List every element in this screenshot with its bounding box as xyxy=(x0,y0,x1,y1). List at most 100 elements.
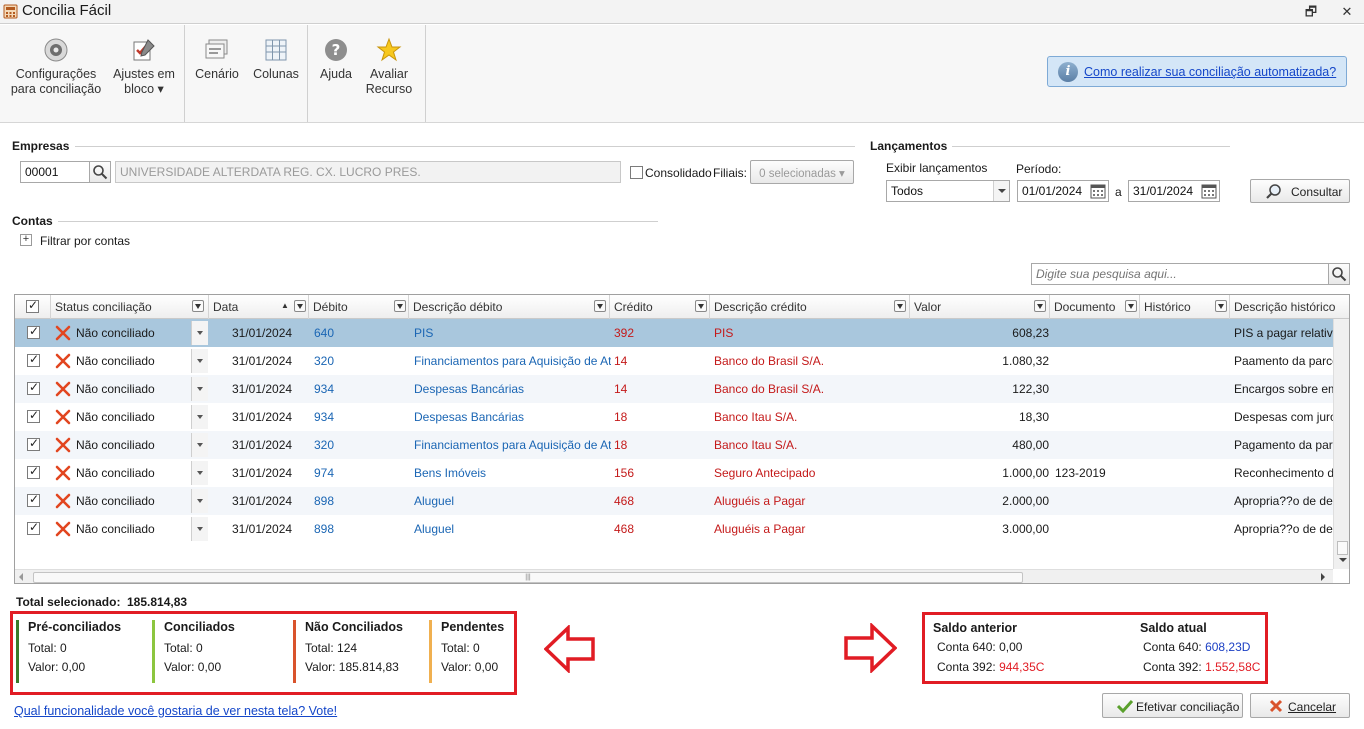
filtrar-por-contas-link[interactable]: Filtrar por contas xyxy=(40,234,130,248)
not-reconciled-x-icon xyxy=(55,465,71,481)
saldo-anterior-392-label: Conta 392: xyxy=(937,660,996,674)
scroll-right-icon[interactable] xyxy=(1321,573,1325,581)
resumo-conciliados: Conciliados Total: 0 Valor: 0,00 xyxy=(152,620,287,683)
configuracoes-button[interactable]: Configurações para conciliação xyxy=(10,37,102,97)
column-debito-label: Débito xyxy=(313,300,348,314)
ajuda-button[interactable]: ? Ajuda xyxy=(314,37,358,82)
efetivar-conciliacao-button[interactable]: Efetivar conciliação xyxy=(1102,693,1243,718)
row-checkbox[interactable] xyxy=(27,492,40,507)
filter-icon[interactable] xyxy=(192,300,204,312)
saldo-atual-640: Conta 640: 608,23D xyxy=(1143,640,1250,654)
expand-icon[interactable]: + xyxy=(20,234,32,246)
cell-debito: 898 xyxy=(314,522,335,536)
row-checkbox[interactable] xyxy=(27,408,40,423)
column-historico[interactable]: Histórico xyxy=(1140,295,1230,319)
cell-debito: 640 xyxy=(314,326,335,340)
column-debito[interactable]: Débito xyxy=(309,295,409,319)
avaliar-recurso-button[interactable]: Avaliar Recurso xyxy=(364,37,414,97)
table-row[interactable]: Não conciliado 31/01/2024 640 PIS 392 PIS 608,… xyxy=(15,319,1333,347)
empresa-search-button[interactable] xyxy=(89,161,111,183)
checklist-edit-icon xyxy=(133,39,155,61)
ajustes-em-bloco-button[interactable]: Ajustes em bloco ▾ xyxy=(110,37,178,97)
consolidado-checkbox[interactable] xyxy=(630,166,643,179)
filter-icon[interactable] xyxy=(1215,300,1227,312)
horizontal-scroll-thumb[interactable]: ||| xyxy=(33,572,1023,583)
filter-icon[interactable] xyxy=(594,300,606,312)
ribbon-toolbar: Configurações para conciliação Ajustes e… xyxy=(0,25,1364,123)
scroll-down-icon[interactable] xyxy=(1339,558,1347,562)
status-dropdown[interactable] xyxy=(191,405,208,429)
row-checkbox[interactable] xyxy=(27,436,40,451)
column-credito[interactable]: Crédito xyxy=(610,295,710,319)
filiais-dropdown[interactable]: 0 selecionadas ▾ xyxy=(750,160,854,184)
row-checkbox[interactable] xyxy=(27,520,40,535)
row-checkbox[interactable] xyxy=(27,352,40,367)
table-row[interactable]: Não conciliado 31/01/2024 320 Financiamento… xyxy=(15,347,1333,375)
pendentes-total: Total: 0 xyxy=(441,641,480,655)
filter-icon[interactable] xyxy=(1125,300,1137,312)
automation-help-link[interactable]: Como realizar sua conciliação automatiza… xyxy=(1084,65,1336,79)
exibir-lancamentos-label: Exibir lançamentos xyxy=(886,161,988,175)
status-dropdown[interactable] xyxy=(191,321,208,345)
cell-desc-debito: Aluguel xyxy=(414,522,455,536)
cell-credito: 468 xyxy=(614,494,635,508)
column-documento[interactable]: Documento xyxy=(1050,295,1140,319)
status-dropdown[interactable] xyxy=(191,349,208,373)
scroll-left-icon[interactable] xyxy=(19,573,23,581)
calendar-icon[interactable] xyxy=(1090,183,1106,199)
filter-icon[interactable] xyxy=(394,300,406,312)
filter-icon[interactable] xyxy=(894,300,906,312)
pre-conciliados-title: Pré-conciliados xyxy=(28,620,122,634)
grid-search-input[interactable] xyxy=(1031,263,1329,285)
scroll-grip[interactable] xyxy=(1337,541,1348,555)
not-reconciled-x-icon xyxy=(55,437,71,453)
row-checkbox[interactable] xyxy=(27,380,40,395)
table-row[interactable]: Não conciliado 31/01/2024 898 Aluguel 468 Alu… xyxy=(15,515,1333,543)
cenario-button[interactable]: Cenário xyxy=(192,37,242,82)
table-row[interactable]: Não conciliado 31/01/2024 974 Bens Imóveis 1… xyxy=(15,459,1333,487)
column-desc-debito[interactable]: Descrição débito xyxy=(409,295,610,319)
cell-credito: 18 xyxy=(614,438,628,452)
cell-desc-debito: Despesas Bancárias xyxy=(414,382,525,396)
configuracoes-label-1: Configurações xyxy=(15,67,97,81)
table-row[interactable]: Não conciliado 31/01/2024 934 Despesas Banc… xyxy=(15,375,1333,403)
column-desc-historico[interactable]: Descrição histórico xyxy=(1230,295,1349,319)
cell-desc-debito: Aluguel xyxy=(414,494,455,508)
search-icon xyxy=(93,165,108,180)
vote-feature-link[interactable]: Qual funcionalidade você gostaria de ver… xyxy=(14,704,337,718)
colunas-button[interactable]: Colunas xyxy=(249,37,303,82)
column-status[interactable]: Status conciliação xyxy=(51,295,209,319)
restore-window-button[interactable]: 🗗 xyxy=(1302,4,1320,20)
consultar-button[interactable]: Consultar xyxy=(1250,179,1350,203)
status-dropdown[interactable] xyxy=(191,433,208,457)
horizontal-scrollbar[interactable]: ||| xyxy=(15,569,1333,583)
row-checkbox[interactable] xyxy=(27,324,40,339)
cancelar-button[interactable]: Cancelar xyxy=(1250,693,1350,718)
filter-icon[interactable] xyxy=(294,300,306,312)
cell-data: 31/01/2024 xyxy=(232,326,293,340)
empresa-codigo-input[interactable]: 00001 xyxy=(20,161,90,183)
status-dropdown[interactable] xyxy=(191,461,208,485)
row-checkbox[interactable] xyxy=(27,464,40,479)
status-dropdown[interactable] xyxy=(191,517,208,541)
filter-icon[interactable] xyxy=(1034,300,1046,312)
select-all-checkbox[interactable] xyxy=(26,298,39,313)
table-row[interactable]: Não conciliado 31/01/2024 320 Financiamento… xyxy=(15,431,1333,459)
column-valor[interactable]: Valor xyxy=(910,295,1050,319)
column-data[interactable]: Data ▲ xyxy=(209,295,309,319)
column-desc-credito[interactable]: Descrição crédito xyxy=(710,295,910,319)
table-row[interactable]: Não conciliado 31/01/2024 898 Aluguel 468 Alu… xyxy=(15,487,1333,515)
filter-icon[interactable] xyxy=(695,300,707,312)
vertical-scrollbar[interactable] xyxy=(1333,319,1349,569)
close-window-button[interactable]: ✕ xyxy=(1338,4,1356,20)
exibir-lancamentos-select[interactable]: Todos xyxy=(886,180,1010,202)
status-dropdown[interactable] xyxy=(191,377,208,401)
calendar-icon[interactable] xyxy=(1201,183,1217,199)
table-row[interactable]: Não conciliado 31/01/2024 934 Despesas Banc… xyxy=(15,403,1333,431)
status-dropdown[interactable] xyxy=(191,489,208,513)
pre-conciliados-valor: Valor: 0,00 xyxy=(28,660,86,674)
cell-data: 31/01/2024 xyxy=(232,382,293,396)
saldo-atual-392: Conta 392: 1.552,58C xyxy=(1143,660,1260,674)
cell-valor: 2.000,00 xyxy=(1002,494,1049,508)
grid-search-button[interactable] xyxy=(1328,263,1350,285)
